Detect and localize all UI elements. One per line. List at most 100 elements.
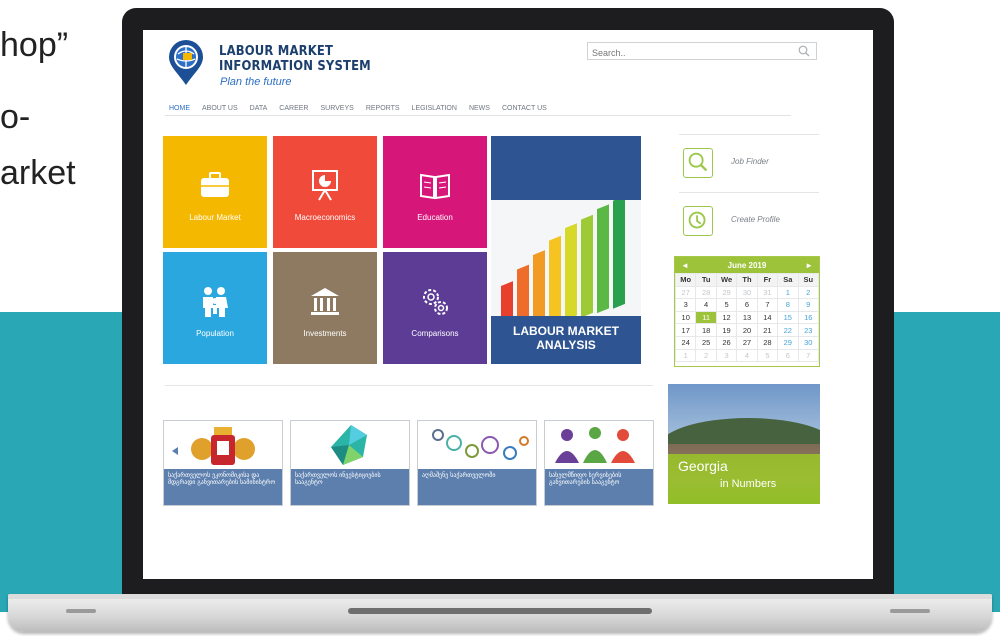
card-ministry-economy[interactable]: საქართველოს ეკონომიკისა და მდგრადი განვი… [163,420,283,506]
calendar-weekday: Tu [695,273,717,287]
globe-pin-logo-icon[interactable] [167,40,205,86]
calendar-weekday: Fr [756,273,779,287]
calendar-day[interactable]: 9 [797,298,820,312]
card-caption: აღმაშენე საქართველოში [418,469,536,505]
calendar-day[interactable]: 12 [715,310,738,325]
calendar-weekday: Sa [777,273,799,287]
analysis-caption: LABOUR MARKET ANALYSIS [491,316,641,364]
calendar-day[interactable]: 28 [695,285,717,300]
background-text-line-2: o- [0,98,31,136]
calendar-day[interactable]: 10 [674,310,697,325]
calendar-day[interactable]: 1 [674,348,697,363]
calendar-day[interactable]: 17 [674,323,697,337]
tile-labour-market[interactable]: Labour Market [163,136,267,248]
job-finder-link[interactable]: Job Finder [679,144,819,184]
card-caption: საქართველოს ეკონომიკისა და მდგრადი განვი… [164,469,282,505]
nav-reports[interactable]: REPORTS [366,105,400,112]
calendar-day[interactable]: 28 [756,335,779,350]
calendar-day[interactable]: 18 [695,323,717,337]
gears-icon [423,289,448,315]
nav-contact-us[interactable]: CONTACT US [502,105,547,112]
create-profile-link[interactable]: Create Profile [679,202,819,242]
tile-label: Education [417,213,453,222]
calendar-day[interactable]: 7 [797,348,820,363]
profile-icon [683,206,713,236]
nav-data[interactable]: DATA [250,105,268,112]
card-public-service-agency[interactable]: სახელმწიფო სერვისების განვითარების სააგე… [544,420,654,506]
calendar-day[interactable]: 23 [797,323,820,337]
card-caption: სახელმწიფო სერვისების განვითარების სააგე… [545,469,653,505]
tile-investments[interactable]: Investments [273,252,377,364]
calendar-day[interactable]: 5 [715,298,738,312]
calendar-day[interactable]: 5 [756,348,779,363]
website-screen: LABOUR MARKET INFORMATION SYSTEM Plan the… [143,30,873,579]
calendar-day[interactable]: 30 [736,285,758,300]
calendar-weekday: Th [736,273,758,287]
tile-comparisons[interactable]: Comparisons [383,252,487,364]
search-box[interactable] [587,42,817,61]
calendar-weekday: Mo [674,273,697,287]
tile-population[interactable]: Population [163,252,267,364]
georgia-in-numbers-banner[interactable]: Georgia in Numbers [668,384,820,504]
calendar-day[interactable]: 8 [777,298,799,312]
calendar-day[interactable]: 27 [736,335,758,350]
book-icon [420,173,450,200]
calendar-day[interactable]: 21 [756,323,779,337]
calendar-day[interactable]: 15 [777,310,799,325]
calendar-widget: ◄ June 2019 ► Mo Tu We Th Fr Sa Su 27 28 29 30 31 1 2… [674,256,820,367]
calendar-day[interactable]: 25 [695,335,717,350]
calendar-day[interactable]: 20 [736,323,758,337]
tile-label: Labour Market [189,213,241,222]
search-icon[interactable] [798,45,810,57]
calendar-day[interactable]: 14 [756,310,779,325]
card-investment-agency[interactable]: საქართველოს ინვესტიციების სააგენტო [290,420,410,506]
crystal-logo-icon [291,421,409,469]
calendar-day[interactable]: 29 [715,285,738,300]
tile-macroeconomics[interactable]: Macroeconomics [273,136,377,248]
calendar-day[interactable]: 2 [797,285,820,300]
nav-about-us[interactable]: ABOUT US [202,105,238,112]
calendar-day[interactable]: 27 [674,285,697,300]
calendar-day[interactable]: 29 [777,335,799,350]
nav-legislation[interactable]: LEGISLATION [412,105,457,112]
nav-home[interactable]: HOME [169,105,190,112]
calendar-day[interactable]: 13 [736,310,758,325]
calendar-day[interactable]: 4 [695,298,717,312]
site-title: LABOUR MARKET INFORMATION SYSTEM [219,43,371,74]
calendar-day[interactable]: 22 [777,323,799,337]
nav-career[interactable]: CAREER [279,105,308,112]
georgia-subtitle: in Numbers [720,478,777,490]
calendar-day[interactable]: 6 [736,298,758,312]
create-profile-label: Create Profile [731,215,780,224]
tile-label: Population [196,329,234,338]
calendar-prev-icon[interactable]: ◄ [681,261,689,270]
calendar-day[interactable]: 2 [695,348,717,363]
tile-education[interactable]: Education [383,136,487,248]
calendar-day[interactable]: 24 [674,335,697,350]
calendar-day[interactable]: 31 [756,285,779,300]
bank-icon [311,288,339,315]
calendar-day[interactable]: 3 [674,298,697,312]
background-text-line-1: hop” [0,26,69,64]
nav-surveys[interactable]: SURVEYS [320,105,353,112]
calendar-day[interactable]: 11 [695,310,717,325]
calendar-day[interactable]: 3 [715,348,738,363]
search-input[interactable] [588,45,788,61]
calendar-day[interactable]: 16 [797,310,820,325]
tile-label: Macroeconomics [294,213,356,222]
calendar-day[interactable]: 19 [715,323,738,337]
calendar-day[interactable]: 30 [797,335,820,350]
labour-market-analysis-banner[interactable]: LABOUR MARKET ANALYSIS [491,136,641,364]
job-finder-label: Job Finder [731,157,769,166]
calendar-next-icon[interactable]: ► [805,261,813,270]
nav-news[interactable]: NEWS [469,105,490,112]
calendar-day[interactable]: 1 [777,285,799,300]
calendar-day[interactable]: 6 [777,348,799,363]
calendar-day[interactable]: 4 [736,348,758,363]
calendar-day[interactable]: 26 [715,335,738,350]
card-discover-georgia[interactable]: აღმაშენე საქართველოში [417,420,537,506]
people-logo-icon [545,421,653,469]
calendar-day[interactable]: 7 [756,298,779,312]
briefcase-icon [201,172,229,197]
laptop-base [8,594,992,632]
